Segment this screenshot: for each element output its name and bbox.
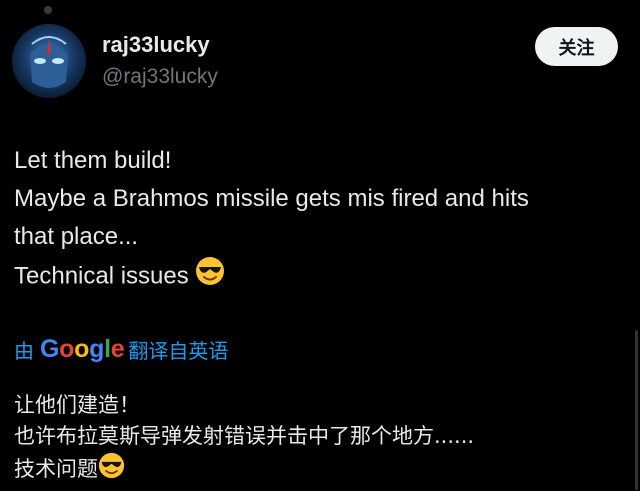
translated-body: 让他们建造！ 也许布拉莫斯导弹发射错误并击中了那个地方...... 技术问题 <box>14 390 626 488</box>
translate-prefix: 由 <box>14 340 34 363</box>
sunglasses-face-icon <box>98 452 125 488</box>
author-handle[interactable]: @raj33lucky <box>102 62 218 92</box>
translated-line-3: 技术问题 <box>14 452 626 488</box>
tweet-body: Let them build! Maybe a Brahmos missile … <box>14 142 626 298</box>
tweet-line-1: Let them build! <box>14 147 172 174</box>
scrollbar[interactable] <box>635 330 638 490</box>
avatar[interactable] <box>12 24 86 98</box>
translate-suffix: 翻译自英语 <box>128 340 229 363</box>
follow-button[interactable]: 关注 <box>535 27 618 66</box>
translated-line-3-text: 技术问题 <box>14 457 98 481</box>
translated-by-google-link[interactable]: 由 Google 翻译自英语 <box>14 334 228 364</box>
tweet-line-3: that place... <box>14 223 139 250</box>
sunglasses-face-icon <box>195 256 225 298</box>
author-block[interactable]: raj33lucky @raj33lucky <box>102 30 218 92</box>
tweet-line-2: Maybe a Brahmos missile gets mis fired a… <box>14 185 529 212</box>
top-indicator-dot <box>44 6 52 14</box>
tweet-line-4: Technical issues <box>14 256 626 298</box>
avatar-image <box>12 24 86 98</box>
translated-line-2: 也许布拉莫斯导弹发射错误并击中了那个地方...... <box>14 424 475 448</box>
google-logo-icon: Google <box>40 334 125 363</box>
translated-line-1: 让他们建造！ <box>14 393 140 417</box>
author-display-name[interactable]: raj33lucky <box>102 30 218 60</box>
tweet-line-4-text: Technical issues <box>14 262 189 290</box>
